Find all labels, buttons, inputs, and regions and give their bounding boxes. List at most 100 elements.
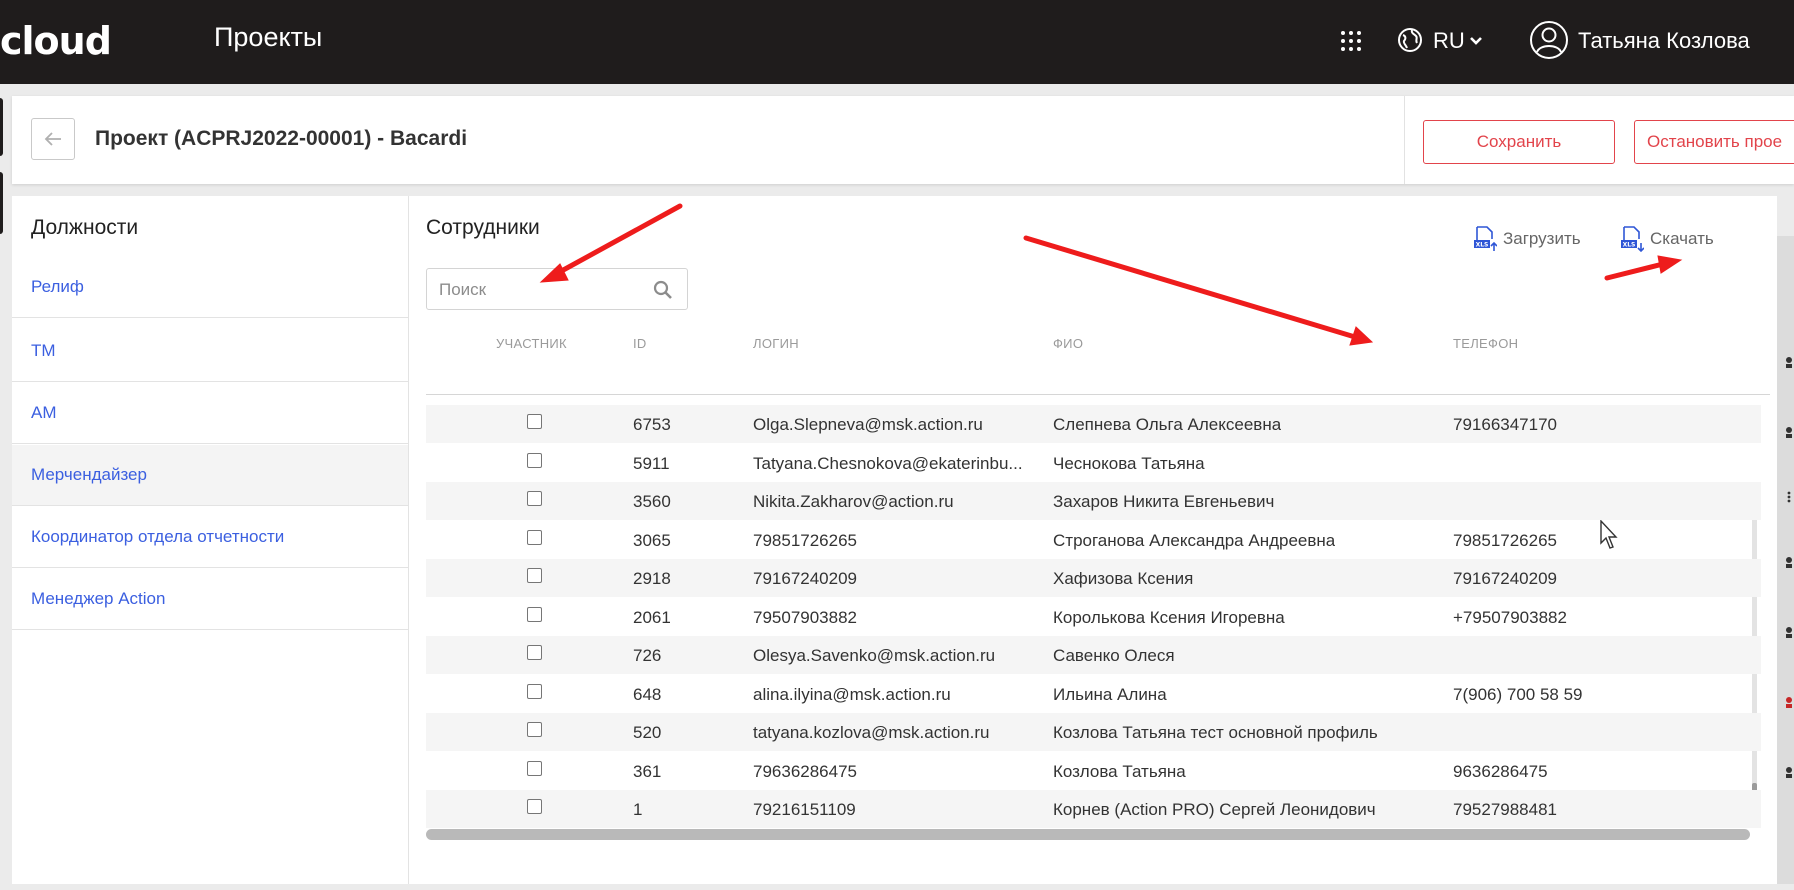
user-icon (1786, 697, 1792, 708)
position-item-action-manager[interactable]: Менеджер Action (12, 569, 408, 630)
position-label: Релиф (31, 277, 84, 296)
table-row[interactable]: 2918 79167240209 Хафизова Ксения 7916724… (426, 559, 1761, 597)
position-item-relief[interactable]: Релиф (12, 257, 408, 318)
svg-text:XLS: XLS (1476, 242, 1489, 249)
user-icon (1786, 767, 1792, 778)
participant-checkbox[interactable] (527, 414, 542, 429)
cell-login: 79507903882 (753, 608, 858, 627)
participant-checkbox[interactable] (527, 645, 542, 660)
table-row[interactable]: 726 Olesya.Savenko@msk.action.ru Савенко… (426, 636, 1761, 674)
apps-grid-icon[interactable] (1340, 30, 1362, 52)
participant-checkbox[interactable] (527, 568, 542, 583)
cell-id: 2061 (633, 608, 671, 627)
cell-id: 726 (633, 646, 662, 665)
column-header-phone[interactable]: ТЕЛЕФОН (1453, 336, 1518, 351)
cell-fio: Чеснокова Татьяна (1053, 454, 1205, 473)
app-logo[interactable]: cloud (0, 18, 112, 64)
svg-text:XLS: XLS (1623, 242, 1636, 249)
menu-dots-icon (1787, 491, 1791, 503)
cell-id: 3560 (633, 492, 671, 511)
search-input[interactable] (437, 277, 641, 303)
cell-id: 3065 (633, 531, 671, 550)
column-header-fio[interactable]: ФИО (1053, 336, 1083, 351)
upload-button[interactable]: XLS Загрузить (1473, 226, 1581, 252)
side-edge-tab[interactable] (0, 172, 3, 234)
cell-login: Tatyana.Chesnokova@ekaterinbu... (753, 454, 1023, 473)
table-header-divider (426, 394, 1770, 395)
user-icon (1786, 357, 1792, 368)
participant-checkbox[interactable] (527, 607, 542, 622)
stop-project-button[interactable]: Остановить прое (1634, 120, 1794, 164)
participant-checkbox[interactable] (527, 761, 542, 776)
xls-upload-icon: XLS (1474, 226, 1497, 251)
participant-checkbox[interactable] (527, 491, 542, 506)
cell-id: 648 (633, 685, 662, 704)
cell-fio: Савенко Олеся (1053, 646, 1175, 665)
cell-id: 5911 (633, 454, 670, 473)
position-item-tm[interactable]: ТМ (12, 321, 408, 382)
cell-fio: Хафизова Ксения (1053, 569, 1194, 588)
save-button[interactable]: Сохранить (1423, 120, 1615, 164)
cell-id: 1 (633, 800, 643, 819)
search-icon[interactable] (653, 280, 673, 300)
employees-title: Сотрудники (426, 216, 540, 239)
participant-checkbox[interactable] (527, 799, 542, 814)
cell-phone: 79527988481 (1453, 800, 1558, 819)
table-row[interactable]: 361 79636286475 Козлова Татьяна 96362864… (426, 752, 1761, 790)
table-row[interactable]: 6753 Olga.Slepneva@msk.action.ru Слепнев… (426, 405, 1761, 443)
download-button[interactable]: XLS Скачать (1620, 226, 1714, 252)
section-title: Проекты (214, 22, 323, 52)
position-item-am[interactable]: АМ (12, 383, 408, 444)
table-row[interactable]: 648 alina.ilyina@msk.action.ru Ильина Ал… (426, 675, 1761, 713)
user-name[interactable]: Татьяна Козлова (1578, 28, 1750, 54)
cell-fio: Корнев (Action PRO) Сергей Леонидович (1053, 800, 1376, 819)
side-edge-tab[interactable] (0, 98, 3, 156)
cell-id: 520 (633, 723, 662, 742)
user-icon (1786, 627, 1792, 638)
column-header-participant[interactable]: УЧАСТНИК (496, 336, 567, 351)
language-label: RU (1433, 28, 1465, 53)
globe-icon[interactable] (1397, 27, 1423, 53)
cell-login: 79167240209 (753, 569, 858, 588)
logo-text: cloud (0, 19, 112, 63)
position-item-reporting-coordinator[interactable]: Координатор отдела отчетности (12, 507, 408, 568)
participant-checkbox[interactable] (527, 453, 542, 468)
cell-phone: 9636286475 (1453, 762, 1548, 781)
table-row[interactable]: 3065 79851726265 Строганова Александра А… (426, 521, 1761, 559)
position-label: Координатор отдела отчетности (31, 527, 285, 546)
participant-checkbox[interactable] (527, 530, 542, 545)
cell-fio: Слепнева Ольга Алексеевна (1053, 415, 1282, 434)
position-item-merchandiser[interactable]: Мерчендайзер (12, 445, 408, 506)
cell-id: 6753 (633, 415, 671, 434)
table-row[interactable]: 520 tatyana.kozlova@msk.action.ru Козлов… (426, 713, 1761, 751)
column-header-id[interactable]: ID (633, 336, 647, 351)
right-side-panel-edge (1777, 236, 1794, 884)
position-label: АМ (31, 403, 57, 422)
cell-phone: +79507903882 (1453, 608, 1567, 627)
column-header-login[interactable]: ЛОГИН (753, 336, 799, 351)
cell-fio: Козлова Татьяна тест основной профиль (1053, 723, 1378, 742)
back-button[interactable] (31, 118, 75, 160)
participant-checkbox[interactable] (527, 722, 542, 737)
position-label: ТМ (31, 341, 56, 360)
cell-login: Olesya.Savenko@msk.action.ru (753, 646, 996, 665)
horizontal-scrollbar[interactable] (426, 829, 1750, 840)
participant-checkbox[interactable] (527, 684, 542, 699)
table-row[interactable]: 1 79216151109 Корнев (Action PRO) Сергей… (426, 790, 1761, 828)
table-row[interactable]: 2061 79507903882 Королькова Ксения Игоре… (426, 598, 1761, 636)
top-nav-bar: cloud Проекты RU Татьяна Козлова (0, 0, 1794, 84)
table-row[interactable]: 5911 Tatyana.Chesnokova@ekaterinbu... Че… (426, 444, 1761, 482)
cell-id: 361 (633, 762, 662, 781)
xls-download-icon: XLS (1621, 226, 1644, 252)
cell-id: 2918 (633, 569, 671, 588)
cell-login: Olga.Slepneva@msk.action.ru (753, 415, 983, 434)
position-label: Менеджер Action (31, 589, 166, 608)
cell-fio: Королькова Ксения Игоревна (1053, 608, 1285, 627)
cell-fio: Строганова Александра Андреевна (1053, 531, 1336, 550)
search-box (426, 268, 688, 310)
user-avatar-icon[interactable] (1529, 20, 1569, 60)
table-row[interactable]: 3560 Nikita.Zakharov@action.ru Захаров Н… (426, 482, 1761, 520)
cell-fio: Козлова Татьяна (1053, 762, 1186, 781)
language-selector[interactable]: RU (1433, 28, 1483, 54)
cell-phone: 7(906) 700 58 59 (1453, 685, 1583, 704)
